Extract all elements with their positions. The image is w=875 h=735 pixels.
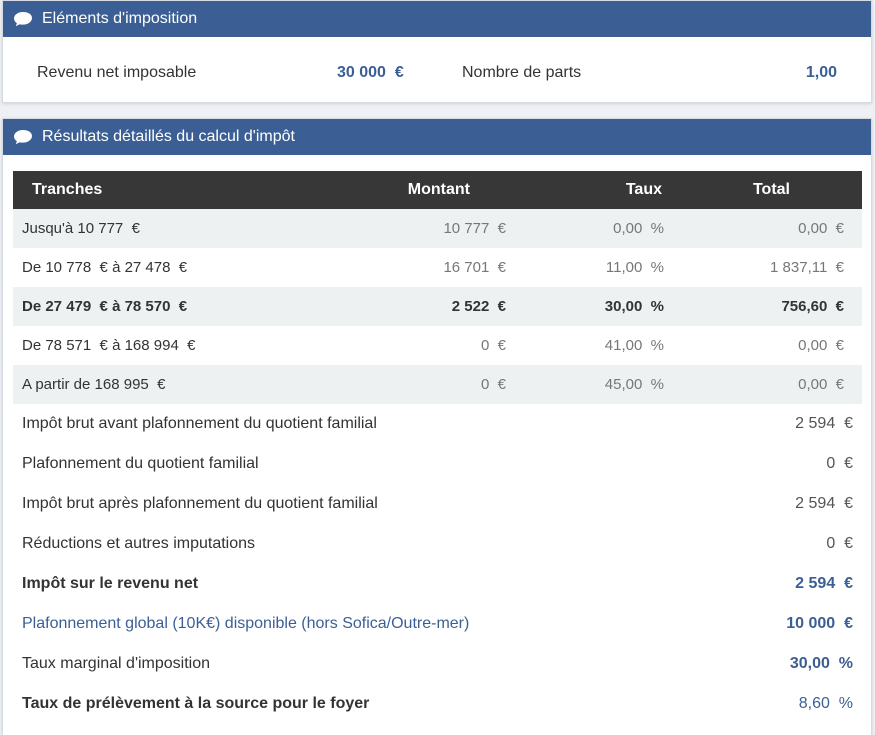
- col-tranches: Tranches: [32, 181, 103, 198]
- resultats-panel-title: Résultats détaillés du calcul d'impôt: [42, 128, 295, 145]
- summary-label: Taux de prélèvement à la source pour le …: [22, 695, 370, 712]
- summary-label: Taux marginal d'imposition: [22, 655, 211, 672]
- table-row: De 78 571 € à 168 994 € 0 € 41,00 % 0,00…: [13, 326, 862, 365]
- elements-panel-title: Eléments d'imposition: [42, 10, 198, 27]
- elements-imposition-panel: Eléments d'imposition Revenu net imposab…: [2, 0, 872, 103]
- tranche-label: A partir de 168 995 €: [22, 376, 166, 393]
- tranche-taux: 11,00 %: [605, 259, 664, 276]
- summary-row-plafonnement-global: Plafonnement global (10K€) disponible (h…: [13, 605, 862, 645]
- col-montant: Montant: [407, 181, 470, 198]
- summary-row-impot-net: Impôt sur le revenu net 2 594 €: [13, 565, 862, 605]
- summary-value: 8,60 %: [798, 695, 853, 712]
- brackets-table-header: Tranches Montant Taux Total: [13, 171, 862, 209]
- resultats-panel-header: Résultats détaillés du calcul d'impôt: [3, 119, 871, 155]
- elements-panel-header: Eléments d'imposition: [3, 1, 871, 37]
- comment-icon: [13, 129, 33, 145]
- tranche-taux: 30,00 %: [604, 298, 664, 315]
- tranche-total: 756,60 €: [781, 298, 844, 315]
- comment-icon: [13, 11, 33, 27]
- tranche-montant: 2 522 €: [451, 298, 506, 315]
- tranche-total: 0,00 €: [798, 376, 844, 393]
- summary-value: 10 000 €: [786, 615, 853, 632]
- summary-label: Impôt sur le revenu net: [22, 575, 199, 592]
- summary-label: Plafonnement global (10K€) disponible (h…: [22, 615, 470, 632]
- tranche-taux: 45,00 %: [604, 376, 664, 393]
- summary-value: 2 594 €: [795, 575, 853, 592]
- parts-value: 1,00: [805, 64, 837, 81]
- summary-value: 2 594 €: [795, 415, 853, 432]
- tranche-montant: 0 €: [480, 337, 506, 354]
- summary-label: Plafonnement du quotient familial: [22, 455, 259, 472]
- summary-row-taux-prelevement: Taux de prélèvement à la source pour le …: [13, 685, 862, 725]
- summary-label: Impôt brut après plafonnement du quotien…: [22, 495, 378, 512]
- summary-row-taux-marginal: Taux marginal d'imposition 30,00 %: [13, 645, 862, 685]
- tranche-montant: 16 701 €: [443, 259, 506, 276]
- summary-value: 30,00 %: [789, 655, 853, 672]
- summary-label: Impôt brut avant plafonnement du quotien…: [22, 415, 377, 432]
- col-taux: Taux: [625, 181, 662, 198]
- revenu-value: 30 000 €: [337, 64, 404, 81]
- summary-label: Réductions et autres imputations: [22, 535, 256, 552]
- summary-value: 0 €: [826, 455, 853, 472]
- summary-value: 0 €: [826, 535, 853, 552]
- tranche-taux: 0,00 %: [613, 220, 664, 237]
- tranche-label: De 78 571 € à 168 994 €: [22, 337, 196, 354]
- resultats-panel: Résultats détaillés du calcul d'impôt Tr…: [2, 118, 872, 735]
- tranche-montant: 10 777 €: [443, 220, 506, 237]
- tranche-montant: 0 €: [480, 376, 506, 393]
- summary-row: Impôt brut avant plafonnement du quotien…: [13, 405, 862, 445]
- parts-label: Nombre de parts: [462, 64, 582, 81]
- table-row: De 10 778 € à 27 478 € 16 701 € 11,00 % …: [13, 248, 862, 287]
- tranche-label: Jusqu'à 10 777 €: [22, 220, 140, 237]
- tranche-total: 1 837,11 €: [770, 259, 844, 276]
- tranche-total: 0,00 €: [798, 337, 844, 354]
- revenu-label: Revenu net imposable: [37, 64, 197, 81]
- summary-value: 2 594 €: [795, 495, 853, 512]
- col-total: Total: [752, 181, 790, 198]
- table-row: Jusqu'à 10 777 € 10 777 € 0,00 % 0,00 €: [13, 209, 862, 248]
- summary-row: Réductions et autres imputations 0 €: [13, 525, 862, 565]
- tranche-taux: 41,00 %: [604, 337, 664, 354]
- summary-row: Impôt brut après plafonnement du quotien…: [13, 485, 862, 525]
- tranche-label: De 10 778 € à 27 478 €: [22, 259, 188, 276]
- summary-row: Plafonnement du quotient familial 0 €: [13, 445, 862, 485]
- tranche-label: De 27 479 € à 78 570 €: [22, 298, 188, 315]
- tranche-total: 0,00 €: [798, 220, 844, 237]
- table-row: De 27 479 € à 78 570 € 2 522 € 30,00 % 7…: [13, 287, 862, 326]
- table-row: A partir de 168 995 € 0 € 45,00 % 0,00 €: [13, 365, 862, 404]
